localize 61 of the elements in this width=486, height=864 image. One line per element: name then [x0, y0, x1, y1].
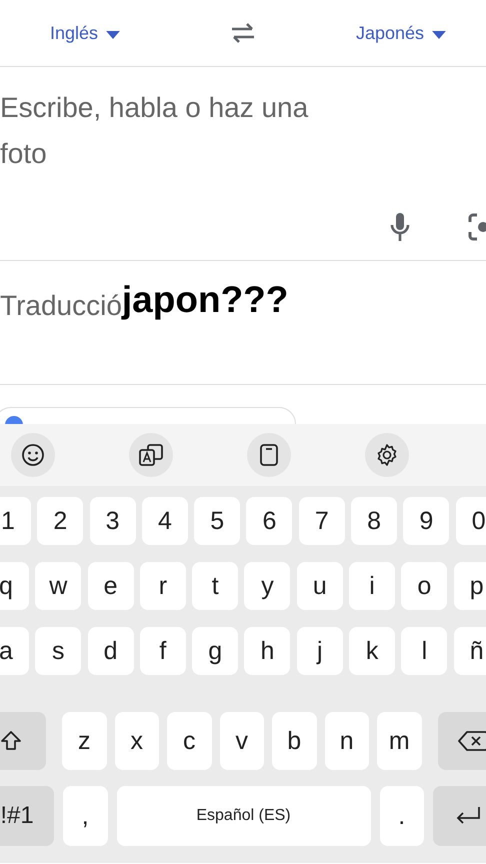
caret-icon: [432, 30, 446, 38]
key[interactable]: w: [35, 562, 82, 610]
key[interactable]: t: [192, 562, 238, 610]
translate-button[interactable]: [129, 433, 173, 477]
key[interactable]: m: [377, 712, 422, 770]
space-key[interactable]: Español (ES): [116, 786, 370, 846]
key[interactable]: 0: [456, 497, 486, 545]
key[interactable]: v: [220, 712, 264, 770]
key[interactable]: l: [401, 627, 448, 675]
translate-icon: [138, 442, 164, 468]
shift-icon: [0, 730, 22, 752]
key[interactable]: 6: [246, 497, 292, 545]
settings-icon: [375, 443, 399, 467]
translation-field[interactable]: Traducció: [0, 283, 122, 329]
smiley-icon: [21, 443, 45, 467]
key[interactable]: e: [88, 562, 134, 610]
key[interactable]: p: [454, 562, 486, 610]
clipboard-icon: [257, 443, 281, 467]
target-language-button[interactable]: Japonés: [356, 22, 446, 44]
backspace-icon: [458, 730, 486, 752]
period-key[interactable]: .: [380, 786, 424, 846]
key[interactable]: f: [140, 627, 186, 675]
key[interactable]: g: [192, 627, 238, 675]
symbols-key[interactable]: !#1: [0, 786, 54, 846]
key[interactable]: ñ: [454, 627, 486, 675]
enter-key[interactable]: [433, 786, 486, 846]
emoji-button[interactable]: [11, 433, 55, 477]
key[interactable]: 2: [37, 497, 84, 545]
key[interactable]: z: [62, 712, 106, 770]
key[interactable]: u: [296, 562, 343, 610]
key[interactable]: 1: [0, 497, 31, 545]
key[interactable]: 5: [194, 497, 240, 545]
key[interactable]: s: [35, 627, 82, 675]
microphone-icon[interactable]: [390, 212, 410, 242]
key[interactable]: 8: [351, 497, 398, 545]
key[interactable]: 4: [142, 497, 188, 545]
overlay-caption: japon???: [122, 278, 288, 322]
comma-key[interactable]: ,: [63, 786, 108, 846]
settings-button[interactable]: [365, 433, 409, 477]
key[interactable]: n: [324, 712, 369, 770]
key[interactable]: h: [244, 627, 290, 675]
key[interactable]: k: [349, 627, 396, 675]
key[interactable]: b: [272, 712, 316, 770]
key[interactable]: 7: [298, 497, 345, 545]
key[interactable]: a: [0, 627, 29, 675]
key[interactable]: c: [167, 712, 212, 770]
key[interactable]: 3: [90, 497, 136, 545]
key[interactable]: j: [296, 627, 343, 675]
key[interactable]: i: [349, 562, 396, 610]
source-language-button[interactable]: Inglés: [50, 22, 120, 44]
caret-icon: [106, 30, 120, 38]
swap-icon[interactable]: [229, 22, 257, 44]
key[interactable]: q: [0, 562, 29, 610]
key[interactable]: d: [88, 627, 134, 675]
clipboard-button[interactable]: [247, 433, 291, 477]
key[interactable]: 9: [403, 497, 450, 545]
key[interactable]: r: [140, 562, 186, 610]
key[interactable]: y: [244, 562, 290, 610]
key[interactable]: x: [114, 712, 159, 770]
input-placeholder[interactable]: Escribe, habla o haz una foto: [0, 85, 362, 177]
key[interactable]: o: [401, 562, 448, 610]
